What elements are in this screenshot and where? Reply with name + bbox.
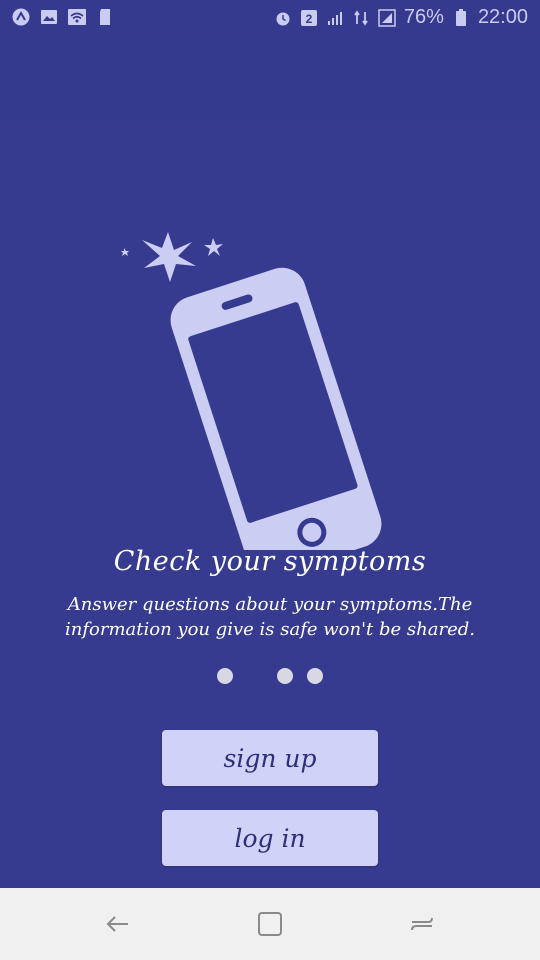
battery-icon xyxy=(452,8,470,27)
sign-up-button[interactable]: sign up xyxy=(162,730,378,786)
smartphone-icon xyxy=(170,267,382,550)
sparkle-icon xyxy=(121,232,223,282)
page-dot[interactable] xyxy=(277,668,293,684)
clock: 22:00 xyxy=(477,6,528,28)
phone-sparkle-illustration xyxy=(121,232,382,550)
log-in-button[interactable]: log in xyxy=(162,810,378,866)
navigation-bar xyxy=(0,888,540,960)
image-icon xyxy=(40,8,58,26)
alarm-icon xyxy=(274,9,292,27)
page-indicator xyxy=(0,668,540,684)
signal-icon xyxy=(326,9,344,27)
status-right-icons: 2 76% 22:00 xyxy=(274,6,528,29)
home-icon[interactable] xyxy=(254,908,286,940)
onboarding-title: Check your symptoms xyxy=(113,546,427,577)
recent-apps-icon[interactable] xyxy=(406,908,438,940)
status-left-icons xyxy=(12,8,114,26)
page-dot[interactable] xyxy=(217,668,233,684)
data-icon xyxy=(352,9,370,27)
signal-icon xyxy=(378,8,396,27)
onboarding-description: Answer questions about your symptoms.The… xyxy=(65,594,475,640)
sim2-icon: 2 xyxy=(300,9,318,27)
battery-percent: 76% xyxy=(403,6,444,28)
wifi-icon xyxy=(68,8,86,26)
app-bar xyxy=(0,38,540,120)
status-bar: 2 76% 22:00 xyxy=(0,0,540,38)
sim-badge: 2 xyxy=(306,12,313,26)
sd-card-icon xyxy=(96,8,114,26)
page-dot[interactable] xyxy=(307,668,323,684)
app-icon xyxy=(12,8,30,26)
back-icon[interactable] xyxy=(102,908,134,940)
